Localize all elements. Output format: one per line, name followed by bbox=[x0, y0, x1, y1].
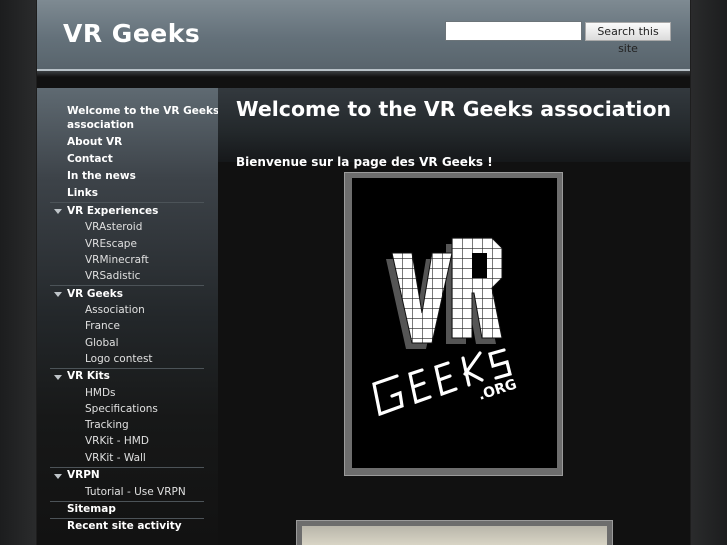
logo-geeks-text bbox=[372, 348, 512, 417]
page-title: Welcome to the VR Geeks association bbox=[236, 97, 672, 121]
sidebar-item-contact[interactable]: Contact bbox=[67, 153, 113, 165]
sidebar-item-france[interactable]: France bbox=[85, 320, 120, 332]
sidebar-item-links[interactable]: Links bbox=[67, 187, 98, 199]
sidebar-item-vr-experiences[interactable]: VR Experiences bbox=[67, 205, 158, 217]
divider bbox=[50, 518, 204, 519]
sidebar-item-vrpn[interactable]: VRPN bbox=[67, 469, 100, 481]
sidebar-item-vrkit-hmd[interactable]: VRKit - HMD bbox=[85, 435, 149, 447]
sidebar-item-tutorial-vrpn[interactable]: Tutorial - Use VRPN bbox=[85, 486, 186, 498]
sidebar-item-vrescape[interactable]: VREscape bbox=[85, 238, 137, 250]
sidebar-item-sitemap[interactable]: Sitemap bbox=[67, 503, 116, 515]
sidebar-item-hmds[interactable]: HMDs bbox=[85, 387, 116, 399]
chevron-down-icon[interactable] bbox=[54, 375, 62, 380]
sidebar-item-welcome[interactable]: Welcome to the VR Geeks bbox=[67, 105, 219, 117]
sidebar-item-vrsadistic[interactable]: VRSadistic bbox=[85, 270, 140, 282]
vr-geeks-logo: .ORG bbox=[372, 237, 519, 417]
sidebar-item-vrasteroid[interactable]: VRAsteroid bbox=[85, 221, 142, 233]
sidebar-item-welcome-line2[interactable]: association bbox=[67, 119, 134, 131]
sidebar-item-about-vr[interactable]: About VR bbox=[67, 136, 122, 148]
sidebar-item-logo-contest[interactable]: Logo contest bbox=[85, 353, 153, 365]
sidebar-item-vrkit-wall[interactable]: VRKit - Wall bbox=[85, 452, 146, 464]
sidebar-item-association[interactable]: Association bbox=[85, 304, 145, 316]
site-title[interactable]: VR Geeks bbox=[63, 19, 200, 48]
chevron-down-icon[interactable] bbox=[54, 474, 62, 479]
chevron-down-icon[interactable] bbox=[54, 292, 62, 297]
sidebar-item-vrminecraft[interactable]: VRMinecraft bbox=[85, 254, 149, 266]
sidebar-item-tracking[interactable]: Tracking bbox=[85, 419, 129, 431]
sidebar-item-vr-kits[interactable]: VR Kits bbox=[67, 370, 110, 382]
header-shadow bbox=[37, 71, 690, 77]
divider bbox=[50, 202, 204, 203]
divider bbox=[50, 368, 204, 369]
sidebar-item-specifications[interactable]: Specifications bbox=[85, 403, 158, 415]
intro-text: Bienvenue sur la page des VR Geeks ! bbox=[236, 155, 493, 169]
sidebar-item-recent-activity[interactable]: Recent site activity bbox=[67, 520, 182, 532]
search-button[interactable]: Search this site bbox=[585, 22, 671, 55]
divider bbox=[50, 467, 204, 468]
divider bbox=[50, 501, 204, 502]
search-input[interactable] bbox=[445, 21, 582, 41]
sidebar-item-vr-geeks[interactable]: VR Geeks bbox=[67, 288, 123, 300]
sidebar-nav bbox=[37, 88, 218, 545]
sidebar-item-in-the-news[interactable]: In the news bbox=[67, 170, 136, 182]
sidebar-item-global[interactable]: Global bbox=[85, 337, 119, 349]
site-header: VR Geeks Search this site bbox=[37, 0, 690, 71]
chevron-down-icon[interactable] bbox=[54, 209, 62, 214]
photo-image[interactable] bbox=[302, 526, 607, 545]
logo-image[interactable]: .ORG bbox=[352, 178, 557, 468]
divider bbox=[50, 285, 204, 286]
